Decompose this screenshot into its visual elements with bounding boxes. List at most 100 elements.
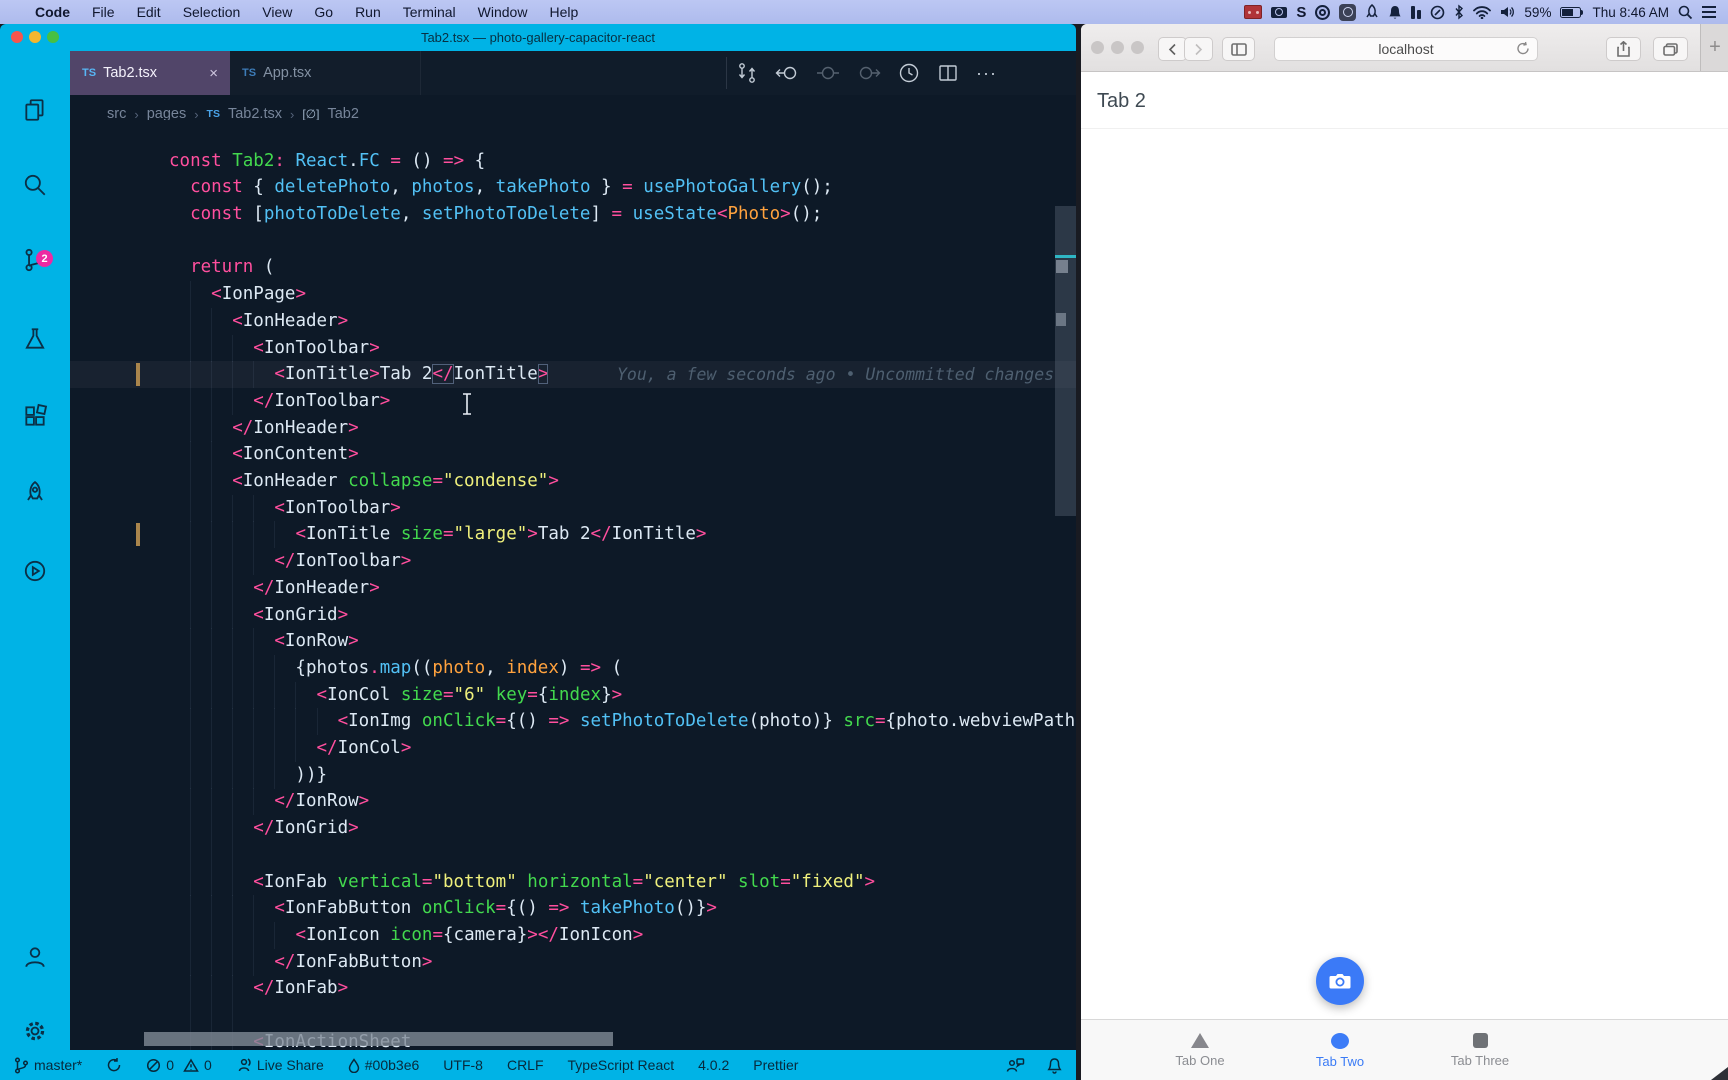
back-icon[interactable] bbox=[775, 62, 799, 84]
code-line-17[interactable]: 17 <IonContent> bbox=[70, 441, 1076, 469]
code-line-37[interactable]: 37 </IonFab> bbox=[70, 975, 1076, 1003]
horizontal-scrollbar[interactable] bbox=[144, 1032, 613, 1046]
code-line-18[interactable]: 18 <IonHeader collapse="condense"> bbox=[70, 468, 1076, 496]
vscode-title-bar[interactable]: Tab2.tsx — photo-gallery-capacitor-react bbox=[0, 24, 1076, 51]
forward-button[interactable] bbox=[1184, 37, 1213, 61]
code-line-7[interactable]: 7 const { deletePhoto, photos, takePhoto… bbox=[70, 174, 1076, 201]
search-icon[interactable] bbox=[0, 170, 70, 200]
code-line-5[interactable]: 5 bbox=[70, 121, 1076, 148]
minimize-window-button[interactable] bbox=[1111, 41, 1124, 54]
menu-item-window[interactable]: Window bbox=[467, 0, 539, 24]
new-tab-button[interactable]: + bbox=[1700, 24, 1728, 71]
screen-recorder-icon[interactable] bbox=[1244, 0, 1263, 24]
reload-icon[interactable] bbox=[1516, 41, 1530, 56]
formatter-item[interactable]: Prettier bbox=[753, 1057, 798, 1073]
git-branch-item[interactable]: master* bbox=[14, 1056, 82, 1074]
code-line-32[interactable]: 32 bbox=[70, 841, 1076, 869]
code-line-36[interactable]: 36 </IonFabButton> bbox=[70, 948, 1076, 976]
zoom-window-button[interactable] bbox=[47, 31, 59, 43]
code-line-8[interactable]: 8 const [photoToDelete, setPhotoToDelete… bbox=[70, 201, 1076, 228]
feedback-icon[interactable] bbox=[1006, 1057, 1025, 1074]
editor-tab-app.tsx[interactable]: TS App.tsx bbox=[230, 51, 421, 95]
app-tab-tab-two[interactable]: Tab Two bbox=[1270, 1020, 1410, 1080]
code-line-34[interactable]: 34 <IonFabButton onClick={() => takePhot… bbox=[70, 895, 1076, 923]
bluetooth-icon[interactable] bbox=[1454, 0, 1464, 24]
close-window-button[interactable] bbox=[11, 31, 23, 43]
close-window-button[interactable] bbox=[1091, 41, 1104, 54]
code-line-22[interactable]: 22 </IonHeader> bbox=[70, 574, 1076, 602]
accounts-icon[interactable] bbox=[0, 942, 70, 972]
editor-tab-tab2.tsx[interactable]: TS Tab2.tsx × bbox=[70, 51, 230, 95]
menu-item-help[interactable]: Help bbox=[538, 0, 589, 24]
compass-menu-icon[interactable] bbox=[1430, 0, 1445, 24]
split-editor-icon[interactable] bbox=[937, 62, 959, 84]
code-line-23[interactable]: 23 <IonGrid> bbox=[70, 601, 1076, 629]
code-line-6[interactable]: 6const Tab2: React.FC = () => { bbox=[70, 148, 1076, 175]
menu-item-terminal[interactable]: Terminal bbox=[392, 0, 467, 24]
close-tab-icon[interactable]: × bbox=[209, 65, 218, 82]
code-line-30[interactable]: 30 </IonRow> bbox=[70, 788, 1076, 816]
vertical-scrollbar[interactable] bbox=[1055, 206, 1076, 516]
timeline-clock-icon[interactable] bbox=[898, 62, 920, 84]
app-tab-tab-one[interactable]: Tab One bbox=[1130, 1020, 1270, 1080]
rocket-menu-icon[interactable] bbox=[1365, 0, 1379, 24]
menu-item-selection[interactable]: Selection bbox=[172, 0, 252, 24]
code-line-12[interactable]: 12 <IonHeader> bbox=[70, 307, 1076, 335]
source-control-icon[interactable] bbox=[0, 245, 70, 275]
zoom-window-button[interactable] bbox=[1131, 41, 1144, 54]
code-line-24[interactable]: 24 <IonRow> bbox=[70, 628, 1076, 656]
menu-item-view[interactable]: View bbox=[251, 0, 303, 24]
code-line-27[interactable]: 27 <IonImg onClick={() => setPhotoToDele… bbox=[70, 708, 1076, 736]
camera-fab-button[interactable] bbox=[1316, 957, 1364, 1005]
current-position-icon[interactable] bbox=[816, 62, 840, 84]
problems-item[interactable]: 0 0 bbox=[146, 1057, 212, 1073]
address-bar[interactable]: localhost bbox=[1274, 37, 1538, 61]
more-actions-icon[interactable]: ··· bbox=[976, 63, 997, 84]
live-share-item[interactable]: Live Share bbox=[236, 1057, 324, 1073]
forward-icon[interactable] bbox=[857, 62, 881, 84]
code-line-20[interactable]: 20 <IonTitle size="large">Tab 2</IonTitl… bbox=[70, 521, 1076, 549]
menu-item-edit[interactable]: Edit bbox=[126, 0, 172, 24]
volume-icon[interactable] bbox=[1500, 0, 1515, 24]
code-line-16[interactable]: 16 </IonHeader> bbox=[70, 414, 1076, 442]
peacock-color-item[interactable]: #00b3e6 bbox=[348, 1057, 419, 1073]
record-circle-icon[interactable] bbox=[1315, 0, 1331, 24]
notifications-bell-icon[interactable] bbox=[1047, 1057, 1062, 1074]
s-app-menu-icon[interactable]: S bbox=[1296, 0, 1306, 24]
code-line-21[interactable]: 21 </IonToolbar> bbox=[70, 548, 1076, 576]
spotlight-search-icon[interactable] bbox=[1678, 0, 1693, 24]
camera-menu-icon[interactable] bbox=[1271, 0, 1288, 24]
open-changes-icon[interactable] bbox=[736, 62, 758, 84]
liveshare-rocket-icon[interactable] bbox=[0, 478, 70, 508]
settings-gear-icon[interactable] bbox=[0, 1016, 70, 1046]
menu-item-file[interactable]: File bbox=[81, 0, 126, 24]
code-line-19[interactable]: 19 <IonToolbar> bbox=[70, 494, 1076, 522]
debug-flask-icon[interactable] bbox=[0, 324, 70, 354]
minimize-window-button[interactable] bbox=[29, 31, 41, 43]
menu-item-go[interactable]: Go bbox=[303, 0, 344, 24]
bell-menu-icon[interactable] bbox=[1388, 0, 1402, 24]
code-line-33[interactable]: 33 <IonFab vertical="bottom" horizontal=… bbox=[70, 868, 1076, 896]
code-line-38[interactable]: 38 bbox=[70, 1002, 1076, 1030]
code-line-15[interactable]: 15 </IonToolbar> bbox=[70, 387, 1076, 415]
code-line-31[interactable]: 31 </IonGrid> bbox=[70, 815, 1076, 843]
code-line-9[interactable]: 9 bbox=[70, 228, 1076, 255]
menu-item-code[interactable]: Code bbox=[24, 0, 81, 24]
code-line-35[interactable]: 35 <IonIcon icon={camera}></IonIcon> bbox=[70, 921, 1076, 949]
menu-item-run[interactable]: Run bbox=[344, 0, 392, 24]
code-line-14[interactable]: 14 <IonTitle>Tab 2</IonTitle>You, a few … bbox=[70, 361, 1076, 389]
wifi-icon[interactable] bbox=[1473, 0, 1492, 24]
extensions-icon[interactable] bbox=[0, 401, 70, 431]
code-line-10[interactable]: 10 return ( bbox=[70, 254, 1076, 281]
code-line-26[interactable]: 26 <IonCol size="6" key={index}> bbox=[70, 681, 1076, 709]
code-line-11[interactable]: 11 <IonPage> bbox=[70, 281, 1076, 309]
window-manager-icon[interactable] bbox=[1411, 0, 1422, 24]
code-line-25[interactable]: 25 {photos.map((photo, index) => ( bbox=[70, 654, 1076, 682]
ts-version-item[interactable]: 4.0.2 bbox=[698, 1057, 729, 1073]
code-line-28[interactable]: 28 </IonCol> bbox=[70, 735, 1076, 763]
apple-menu-icon[interactable] bbox=[14, 11, 24, 13]
sync-icon[interactable] bbox=[106, 1057, 122, 1073]
eol-item[interactable]: CRLF bbox=[507, 1057, 544, 1073]
notification-center-icon[interactable] bbox=[1702, 0, 1716, 24]
sidebar-toggle-button[interactable] bbox=[1222, 37, 1255, 61]
